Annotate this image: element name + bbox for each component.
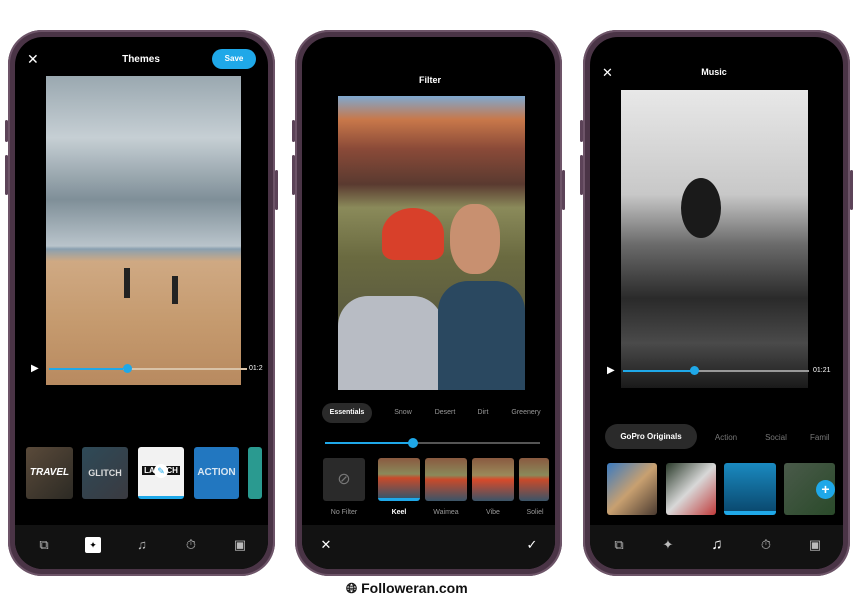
track-thumb-1[interactable]: [607, 463, 657, 515]
format-icon[interactable]: ▣: [807, 537, 823, 553]
filter-keel[interactable]: [378, 458, 420, 501]
cancel-icon[interactable]: ✕: [318, 537, 334, 553]
category-social[interactable]: Social: [756, 433, 796, 442]
phone-music: ✕ Music ▶ 01:21 GoPro Originals Action S…: [580, 30, 853, 576]
timer-icon[interactable]: ⏱: [758, 537, 774, 553]
category-desert[interactable]: Desert: [428, 409, 462, 416]
bottom-bar: ✕ ✓: [302, 525, 555, 569]
theme-action[interactable]: ACTION: [194, 447, 239, 499]
filter-vibe[interactable]: [472, 458, 514, 501]
phone-filter: Filter Essentials Snow Desert Dirt Green…: [292, 30, 565, 576]
watermark: 🌐︎ Followeran.com: [346, 580, 468, 596]
screen-title: Filter: [418, 75, 441, 85]
filter-waimea[interactable]: [425, 458, 467, 501]
category-dirt[interactable]: Dirt: [472, 409, 494, 416]
time-label: 01:21: [813, 367, 831, 374]
themes-icon[interactable]: ✦: [660, 537, 676, 553]
filter-screen: Filter Essentials Snow Desert Dirt Green…: [302, 37, 555, 569]
play-icon[interactable]: ▶: [607, 365, 615, 376]
category-gopro-originals[interactable]: GoPro Originals: [605, 424, 697, 449]
screen-title: Music: [701, 67, 727, 77]
timer-icon[interactable]: ⏱: [183, 537, 199, 553]
time-label: 01:2: [249, 365, 263, 372]
theme-travel[interactable]: TRAVEL: [26, 447, 73, 499]
bottom-nav: ⧉ ✦ ♫ ⏱ ▣: [15, 525, 268, 569]
category-essentials[interactable]: Essentials: [322, 403, 372, 423]
music-screen: ✕ Music ▶ 01:21 GoPro Originals Action S…: [590, 37, 843, 569]
clips-icon[interactable]: ⧉: [36, 537, 52, 553]
close-icon[interactable]: ✕: [602, 65, 613, 81]
save-button[interactable]: Save: [212, 49, 256, 69]
add-music-button[interactable]: +: [816, 480, 835, 499]
bottom-nav: ⧉ ✦ ♫ ⏱ ▣: [590, 525, 843, 569]
video-preview: [621, 90, 808, 388]
theme-partial[interactable]: [248, 447, 262, 499]
track-thumb-2[interactable]: [666, 463, 716, 515]
intensity-handle[interactable]: [408, 438, 418, 448]
track-thumb-3[interactable]: [724, 463, 776, 515]
category-greenery[interactable]: Greenery: [506, 409, 546, 416]
photo-preview: [338, 96, 525, 390]
play-icon[interactable]: ▶: [31, 363, 39, 374]
edit-pencil-icon[interactable]: ✎: [154, 464, 168, 478]
scrubber-handle[interactable]: [690, 366, 699, 375]
clips-icon[interactable]: ⧉: [611, 537, 627, 553]
themes-screen: ✕ Themes Save ▶ 01:2 TRAVEL GLITCH LAUNC…: [15, 37, 268, 569]
theme-glitch[interactable]: GLITCH: [82, 447, 128, 499]
category-action[interactable]: Action: [706, 433, 746, 442]
confirm-check-icon[interactable]: ✓: [524, 537, 540, 553]
no-filter-icon: ⊘: [337, 471, 351, 488]
globe-icon: 🌐︎: [346, 580, 358, 596]
close-icon[interactable]: ✕: [27, 51, 39, 68]
scrubber-handle[interactable]: [123, 364, 132, 373]
format-icon[interactable]: ▣: [232, 537, 248, 553]
category-family[interactable]: Famil: [810, 433, 840, 442]
music-icon[interactable]: ♫: [134, 537, 150, 553]
category-snow[interactable]: Snow: [388, 409, 418, 416]
filter-soliel[interactable]: [519, 458, 549, 501]
themes-icon[interactable]: ✦: [85, 537, 101, 553]
screen-title: Themes: [122, 54, 160, 65]
video-preview: [46, 76, 241, 385]
theme-launch[interactable]: LAUNCH✎: [138, 447, 184, 499]
music-icon[interactable]: ♫: [709, 537, 725, 553]
filter-none[interactable]: ⊘: [323, 458, 365, 501]
phone-themes: ✕ Themes Save ▶ 01:2 TRAVEL GLITCH LAUNC…: [5, 30, 278, 576]
